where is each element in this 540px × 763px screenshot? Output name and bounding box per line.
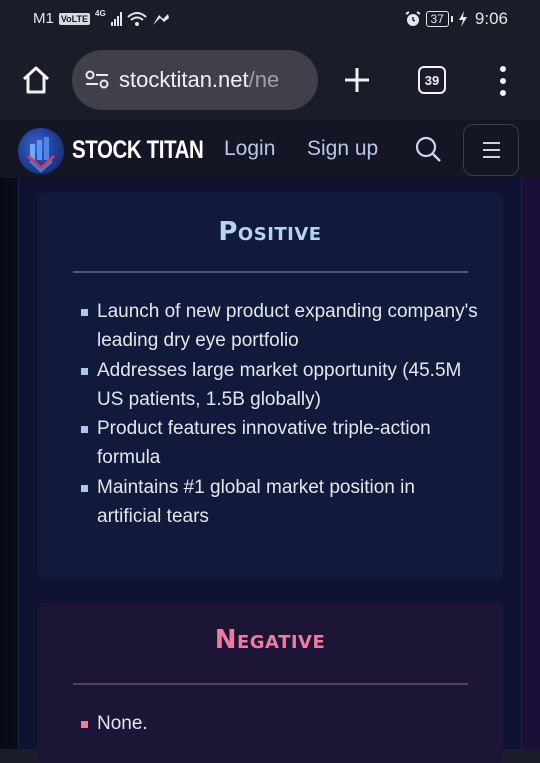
login-link[interactable]: Login: [224, 137, 275, 161]
charging-icon: [458, 11, 467, 27]
bullet-icon: [81, 367, 88, 375]
tab-switcher-button[interactable]: 39: [418, 66, 446, 94]
volte-icon: VoLTE: [58, 12, 91, 25]
list-item-text: None.: [97, 713, 148, 734]
positive-card: Positive Launch of new product expanding…: [37, 193, 503, 579]
list-item-text: Product features innovative triple-actio…: [97, 418, 431, 469]
site-header: STOCK TITAN Login Sign up: [0, 120, 540, 178]
carrier-label: M1: [33, 10, 54, 27]
signal-icon: [110, 11, 122, 26]
logo-chart-icon: [26, 137, 56, 173]
positive-title: Positive: [218, 217, 322, 247]
new-tab-icon[interactable]: [342, 65, 372, 95]
list-item: Maintains #1 global market position in a…: [81, 473, 481, 532]
address-bar[interactable]: stocktitan.net/ne: [72, 50, 318, 110]
analysis-panel: Positive Launch of new product expanding…: [18, 178, 522, 763]
search-icon[interactable]: [414, 135, 442, 163]
list-item: Launch of new product expanding company'…: [81, 297, 481, 356]
site-settings-icon[interactable]: [84, 69, 110, 91]
negative-title: Negative: [214, 625, 326, 655]
home-icon[interactable]: [20, 64, 52, 96]
signup-link[interactable]: Sign up: [307, 137, 378, 161]
negative-list: None.: [81, 709, 481, 738]
stock-titan-logo[interactable]: [18, 128, 64, 174]
list-item-text: Launch of new product expanding company'…: [97, 301, 478, 352]
bullet-icon: [81, 484, 88, 492]
negative-card: Negative None.: [37, 603, 503, 763]
list-item: None.: [81, 709, 481, 738]
bullet-icon: [81, 309, 88, 316]
url-text[interactable]: stocktitan.net/ne: [119, 67, 309, 93]
url-path: /ne: [248, 67, 280, 92]
browser-menu-icon[interactable]: [498, 66, 508, 96]
bullet-icon: [81, 426, 88, 434]
list-item-text: Maintains #1 global market position in a…: [97, 476, 415, 528]
positive-divider: [73, 271, 468, 273]
hamburger-menu-icon[interactable]: [463, 124, 519, 176]
brand-name[interactable]: STOCK TITAN: [72, 136, 204, 165]
list-item: Addresses large market opportunity (45.5…: [81, 356, 481, 415]
browser-toolbar: stocktitan.net/ne 39: [0, 40, 540, 120]
negative-divider: [73, 683, 468, 685]
bullet-icon: [81, 721, 88, 728]
wifi-icon: [127, 11, 147, 26]
data-saver-icon: [152, 13, 169, 25]
positive-list: Launch of new product expanding company'…: [81, 297, 481, 531]
list-item-text: Addresses large market opportunity (45.5…: [97, 359, 462, 410]
url-host: stocktitan.net: [119, 67, 249, 92]
clock: 9:06: [474, 9, 508, 28]
status-bar: M1 VoLTE 4G 37 9:06: [0, 0, 540, 40]
battery-indicator: 37: [425, 11, 454, 27]
page-content: Positive Launch of new product expanding…: [0, 178, 540, 763]
alarm-icon: [404, 11, 421, 26]
network-type-label: 4G: [95, 9, 106, 18]
list-item: Product features innovative triple-actio…: [81, 414, 481, 473]
